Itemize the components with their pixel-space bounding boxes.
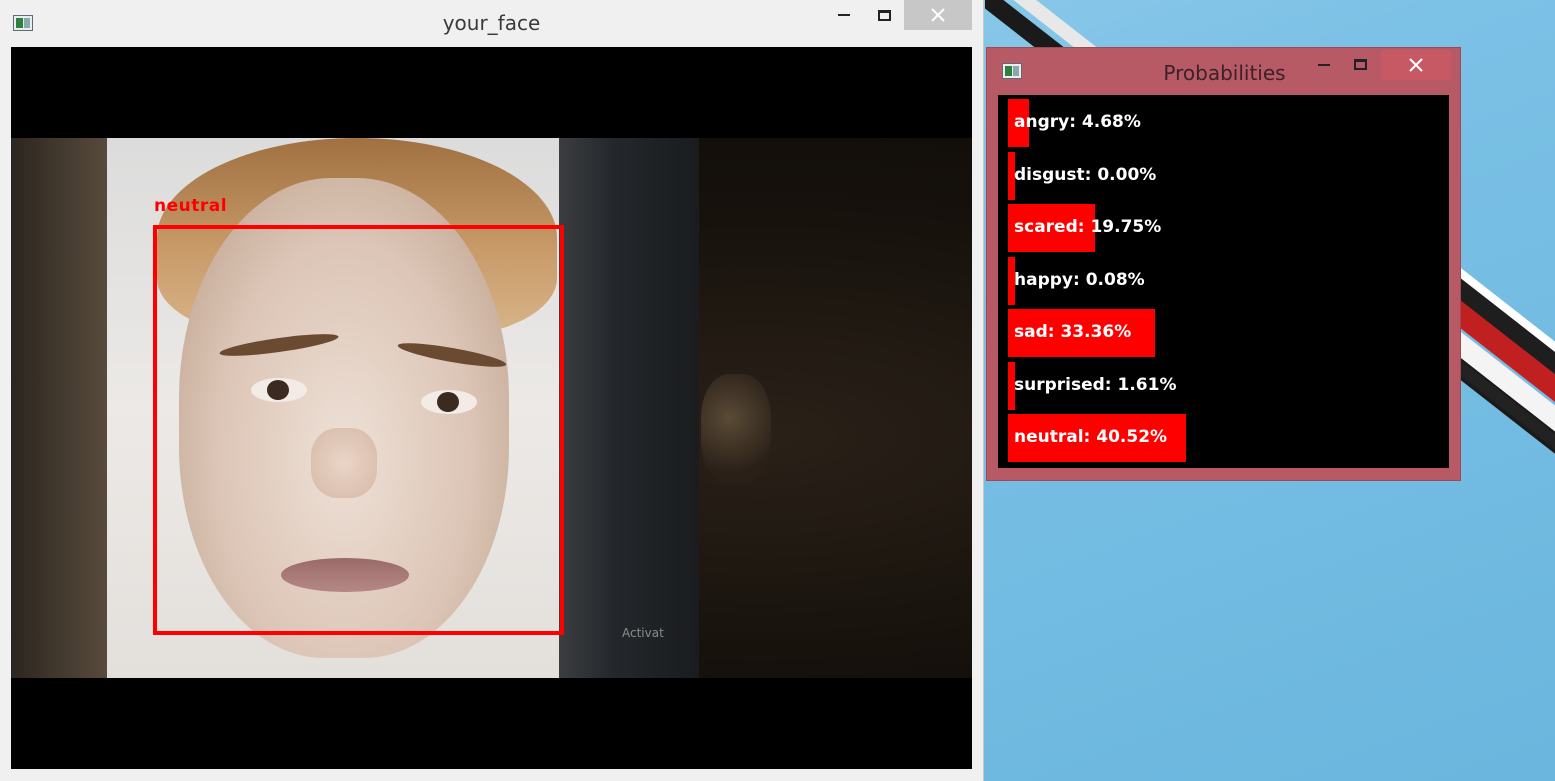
background-object	[701, 374, 771, 484]
close-icon[interactable]	[904, 0, 972, 30]
probabilities-window[interactable]: Probabilities angry: 4.68% disgust: 0.00%…	[986, 47, 1461, 481]
maximize-icon[interactable]	[1345, 49, 1375, 79]
minimize-icon[interactable]	[1309, 50, 1339, 80]
probability-label: disgust: 0.00%	[1014, 164, 1157, 185]
maximize-icon[interactable]	[868, 0, 900, 30]
probability-label: surprised: 1.61%	[1014, 374, 1177, 395]
activation-watermark: Activat	[622, 626, 664, 640]
probability-label: scared: 19.75%	[1014, 217, 1162, 237]
app-icon	[1002, 63, 1022, 79]
probability-row: disgust: 0.00%	[998, 151, 1449, 200]
close-icon[interactable]	[1381, 50, 1451, 80]
your-face-window[interactable]: your_face Activat neutral	[0, 0, 984, 781]
probability-label: neutral: 40.52%	[1014, 427, 1168, 447]
probability-label: happy: 0.08%	[1014, 269, 1145, 290]
probability-row: scared: 19.75%	[998, 204, 1449, 252]
minimize-icon[interactable]	[828, 0, 860, 30]
probability-row: happy: 0.08%	[998, 256, 1449, 305]
probability-row: angry: 4.68%	[998, 99, 1449, 147]
face-detection-box	[153, 225, 564, 635]
webcam-video-frame: Activat neutral	[11, 47, 972, 769]
your-face-titlebar[interactable]: your_face	[0, 0, 983, 46]
hand	[11, 138, 121, 678]
probability-label: angry: 4.68%	[1014, 112, 1141, 132]
probability-row: sad: 33.36%	[998, 309, 1449, 357]
probability-row: neutral: 40.52%	[998, 414, 1449, 462]
probability-label: sad: 33.36%	[1014, 322, 1132, 342]
probabilities-canvas: angry: 4.68% disgust: 0.00% scared: 19.75%…	[998, 95, 1449, 468]
probability-row: surprised: 1.61%	[998, 361, 1449, 410]
detection-label: neutral	[154, 196, 228, 216]
window-title: Probabilities	[1163, 61, 1286, 85]
device-edge	[559, 138, 699, 678]
